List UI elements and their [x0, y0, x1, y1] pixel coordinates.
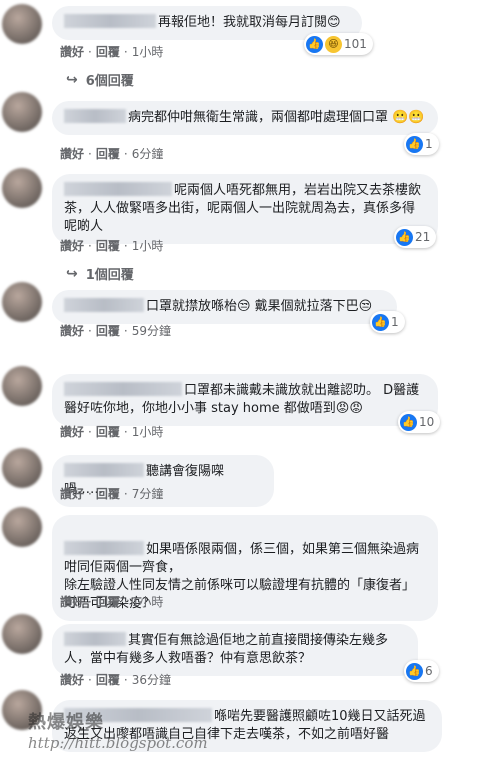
timestamp[interactable]: 1小時 [132, 239, 164, 253]
avatar[interactable] [2, 168, 42, 208]
comment-text: 口罩就㩒放喺枱😒 戴果個就拉落下巴😒 [146, 299, 373, 314]
like-button[interactable]: 讚好 [60, 487, 84, 501]
comment-text: 再報佢地！我就取消每月訂閱😊 [158, 15, 341, 30]
comment-bubble: 口罩就㩒放喺枱😒 戴果個就拉落下巴😒 [52, 290, 397, 324]
reaction-count: 101 [344, 37, 367, 51]
reply-button[interactable]: 回覆 [96, 673, 120, 687]
watermark-url: http://hitt.blogspot.com [28, 734, 208, 752]
reply-button[interactable]: 回覆 [96, 425, 120, 439]
like-button[interactable]: 讚好 [60, 239, 84, 253]
commenter-name[interactable] [64, 541, 144, 555]
commenter-name[interactable] [64, 14, 156, 28]
avatar[interactable] [2, 92, 42, 132]
reply-button[interactable]: 回覆 [96, 487, 120, 501]
comment-actions: 讚好 · 回覆 · 1小時 [60, 595, 164, 609]
view-replies[interactable]: ↪ 1個回覆 [66, 264, 134, 284]
reply-button[interactable]: 回覆 [96, 239, 120, 253]
reaction-summary[interactable]: 👍 21 [394, 226, 437, 248]
like-button[interactable]: 讚好 [60, 595, 84, 609]
like-button[interactable]: 讚好 [60, 425, 84, 439]
reaction-summary[interactable]: 👍 6 [404, 660, 439, 682]
reply-button[interactable]: 回覆 [96, 595, 120, 609]
like-button[interactable]: 讚好 [60, 45, 84, 59]
timestamp[interactable]: 36分鐘 [132, 673, 171, 687]
comment-actions: 讚好 · 回覆 · 1小時 [60, 45, 164, 59]
haha-icon: 😆 [325, 35, 342, 53]
comment-bubble: 病完都仲咁無衛生常識，兩個都咁處理個口罩 😬😬 [52, 101, 438, 135]
commenter-name[interactable] [64, 109, 126, 123]
avatar[interactable] [2, 448, 42, 488]
reaction-summary[interactable]: 👍 1 [404, 133, 439, 155]
view-replies[interactable]: ↪ 6個回覆 [66, 70, 134, 90]
reaction-count: 1 [391, 315, 399, 329]
reply-button[interactable]: 回覆 [96, 147, 120, 161]
comment-actions: 讚好 · 回覆 · 1小時 [60, 239, 164, 253]
avatar[interactable] [2, 366, 42, 406]
avatar[interactable] [2, 507, 42, 547]
reply-arrow-icon: ↪ [66, 265, 78, 282]
comment-actions: 讚好 · 回覆 · 1小時 [60, 425, 164, 439]
timestamp[interactable]: 7分鐘 [132, 487, 164, 501]
timestamp[interactable]: 1小時 [132, 425, 164, 439]
comment-actions: 讚好 · 回覆 · 59分鐘 [60, 324, 171, 338]
reaction-summary[interactable]: 👍 1 [370, 311, 405, 333]
comment-bubble: 口罩都未識戴未識放就出離認叻。 D醫護醫好咗你地，你地小小事 stay home… [52, 374, 438, 426]
commenter-name[interactable] [64, 382, 182, 396]
like-button[interactable]: 讚好 [60, 673, 84, 687]
reaction-count: 1 [425, 137, 433, 151]
like-icon: 👍 [406, 662, 423, 680]
reaction-summary[interactable]: 👍 😆 101 [304, 33, 373, 55]
comment-actions: 讚好 · 回覆 · 7分鐘 [60, 487, 164, 501]
like-button[interactable]: 讚好 [60, 324, 84, 338]
comment-bubble: 其實佢有無諗過佢地之前直接間接傳染左幾多人，當中有幾多人救唔番？仲有意思飲茶？ [52, 624, 418, 676]
comment-actions: 讚好 · 回覆 · 36分鐘 [60, 673, 171, 687]
like-icon: 👍 [396, 228, 413, 246]
reaction-count: 10 [419, 415, 435, 429]
reply-arrow-icon: ↪ [66, 71, 78, 88]
reaction-count: 21 [415, 230, 431, 244]
like-icon: 👍 [372, 313, 389, 331]
avatar[interactable] [2, 614, 42, 654]
reply-button[interactable]: 回覆 [96, 45, 120, 59]
like-button[interactable]: 讚好 [60, 147, 84, 161]
comment-actions: 讚好 · 回覆 · 6分鐘 [60, 147, 164, 161]
timestamp[interactable]: 59分鐘 [132, 324, 171, 338]
commenter-name[interactable] [64, 298, 144, 312]
reaction-summary[interactable]: 👍 10 [398, 411, 441, 433]
timestamp[interactable]: 6分鐘 [132, 147, 164, 161]
comment-bubble: 呢兩個人唔死都無用，岩岩出院又去茶樓飲茶，人人做緊唔多出街，呢兩個人一出院就周為… [52, 174, 438, 244]
timestamp[interactable]: 1小時 [132, 595, 164, 609]
comment-text: 病完都仲咁無衛生常識，兩個都咁處理個口罩 😬😬 [128, 110, 425, 125]
avatar[interactable] [2, 4, 42, 44]
avatar[interactable] [2, 282, 42, 322]
commenter-name[interactable] [64, 632, 126, 646]
reply-button[interactable]: 回覆 [96, 324, 120, 338]
watermark-title: 熱爆娛樂 [28, 712, 104, 733]
commenter-name[interactable] [64, 463, 144, 477]
like-icon: 👍 [306, 35, 323, 53]
like-icon: 👍 [406, 135, 423, 153]
reaction-count: 6 [425, 664, 433, 678]
timestamp[interactable]: 1小時 [132, 45, 164, 59]
like-icon: 👍 [400, 413, 417, 431]
commenter-name[interactable] [64, 182, 172, 196]
